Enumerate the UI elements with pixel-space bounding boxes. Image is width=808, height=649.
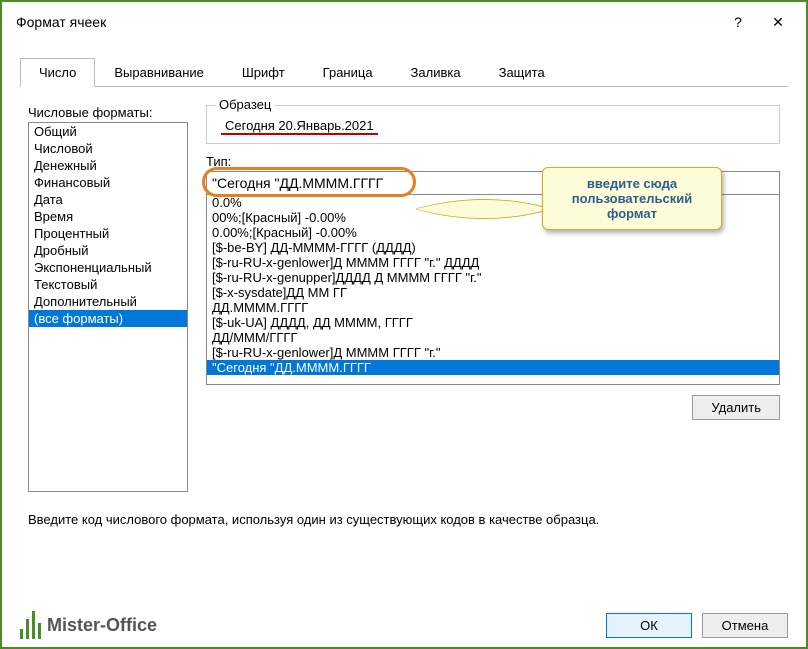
close-button[interactable]: ✕: [758, 8, 798, 36]
sample-value: Сегодня 20.Январь.2021: [221, 108, 378, 135]
titlebar: Формат ячеек ? ✕: [2, 2, 806, 42]
footer: Mister-Office ОК Отмена: [20, 611, 788, 639]
category-item[interactable]: Время: [29, 208, 187, 225]
format-item[interactable]: [$-be-BY] ДД-ММММ-ГГГГ (ДДДД): [207, 240, 779, 255]
callout-annotation: введите сюда пользовательский формат: [542, 167, 722, 230]
category-item[interactable]: Экспоненциальный: [29, 259, 187, 276]
tab-font[interactable]: Шрифт: [223, 58, 304, 86]
tab-alignment[interactable]: Выравнивание: [95, 58, 222, 86]
delete-row: Удалить: [206, 395, 780, 420]
format-item[interactable]: [$-x-sysdate]ДД ММ ГГ: [207, 285, 779, 300]
category-item[interactable]: Дополнительный: [29, 293, 187, 310]
category-item-all-formats[interactable]: (все форматы): [29, 310, 187, 327]
category-item[interactable]: Финансовый: [29, 174, 187, 191]
format-item-selected[interactable]: "Сегодня "ДД.ММММ.ГГГГ: [207, 360, 779, 375]
window-title: Формат ячеек: [16, 14, 718, 30]
logo: Mister-Office: [20, 611, 157, 639]
sample-box: Образец Сегодня 20.Январь.2021: [206, 105, 780, 144]
category-item[interactable]: Текстовый: [29, 276, 187, 293]
tab-number[interactable]: Число: [20, 58, 95, 87]
format-item[interactable]: [$-ru-RU-x-genlower]Д ММММ ГГГГ "г.": [207, 345, 779, 360]
hint-text: Введите код числового формата, используя…: [28, 512, 780, 527]
logo-text: Mister-Office: [47, 615, 157, 636]
right-column: Образец Сегодня 20.Январь.2021 Тип: 0.0%…: [206, 105, 780, 492]
ok-button[interactable]: ОК: [606, 613, 692, 638]
tab-body: Числовые форматы: Общий Числовой Денежны…: [20, 87, 788, 535]
tab-protection[interactable]: Защита: [480, 58, 564, 86]
cancel-button[interactable]: Отмена: [702, 613, 788, 638]
sample-label: Образец: [215, 97, 275, 112]
delete-button[interactable]: Удалить: [692, 395, 780, 420]
category-item[interactable]: Числовой: [29, 140, 187, 157]
format-item[interactable]: ДД/МММ/ГГГГ: [207, 330, 779, 345]
columns: Числовые форматы: Общий Числовой Денежны…: [28, 105, 780, 492]
category-item[interactable]: Процентный: [29, 225, 187, 242]
categories-label: Числовые форматы:: [28, 105, 188, 120]
help-icon: ?: [734, 14, 742, 30]
titlebar-buttons: ? ✕: [718, 8, 798, 36]
tab-strip: Число Выравнивание Шрифт Граница Заливка…: [20, 58, 788, 87]
logo-bars-icon: [20, 611, 41, 639]
category-item[interactable]: Дробный: [29, 242, 187, 259]
left-column: Числовые форматы: Общий Числовой Денежны…: [28, 105, 188, 492]
format-item[interactable]: [$-ru-RU-x-genlower]Д ММММ ГГГГ "г." ДДД…: [207, 255, 779, 270]
tab-fill[interactable]: Заливка: [392, 58, 480, 86]
format-cells-dialog: Формат ячеек ? ✕ Число Выравнивание Шриф…: [0, 0, 808, 649]
format-item[interactable]: [$-ru-RU-x-genupper]ДДДД Д ММММ ГГГГ "г.…: [207, 270, 779, 285]
format-item[interactable]: ДД.ММММ.ГГГГ: [207, 300, 779, 315]
close-icon: ✕: [772, 14, 784, 31]
format-item[interactable]: [$-uk-UA] ДДДД, ДД ММММ, ГГГГ: [207, 315, 779, 330]
category-list[interactable]: Общий Числовой Денежный Финансовый Дата …: [28, 122, 188, 492]
content-area: Число Выравнивание Шрифт Граница Заливка…: [2, 42, 806, 535]
category-item[interactable]: Денежный: [29, 157, 187, 174]
category-item[interactable]: Дата: [29, 191, 187, 208]
tab-border[interactable]: Граница: [304, 58, 392, 86]
help-button[interactable]: ?: [718, 8, 758, 36]
footer-buttons: ОК Отмена: [606, 613, 788, 638]
category-item[interactable]: Общий: [29, 123, 187, 140]
